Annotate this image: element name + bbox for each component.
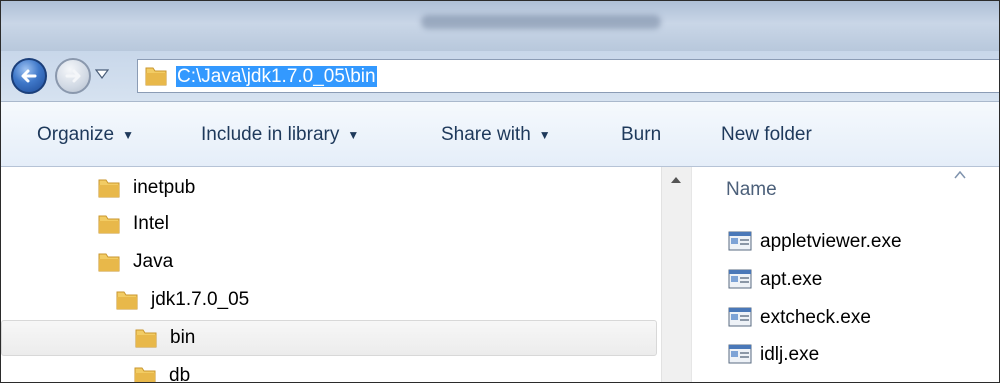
file-name: apt.exe [760, 269, 823, 290]
tree-item-label: inetpub [133, 177, 196, 198]
tree-item-bin[interactable]: bin [1, 320, 657, 356]
exe-icon [728, 231, 752, 251]
title-bar [1, 1, 999, 51]
back-button[interactable] [11, 58, 47, 94]
tree-item-label: bin [170, 327, 196, 348]
command-bar: Organize ▼ Include in library ▼ Share with… [1, 101, 999, 167]
file-name: extcheck.exe [760, 307, 871, 328]
chevron-down-icon: ▼ [538, 127, 551, 142]
name-column-header[interactable]: Name [726, 179, 777, 201]
new-folder-label: New folder [721, 124, 812, 145]
exe-icon [728, 307, 752, 327]
tree-item-label: db [169, 365, 191, 383]
forward-arrow-icon [65, 69, 81, 83]
navigation-pane: inetpub Intel Java jdk1.7.0_05 bin db [1, 167, 692, 383]
share-with-label: Share with [441, 124, 531, 145]
share-with-button[interactable]: Share with ▼ [441, 124, 551, 146]
tree-item-label: Intel [133, 213, 169, 234]
exe-icon [728, 344, 752, 364]
include-in-library-label: Include in library [201, 124, 340, 145]
recent-pages-dropdown-icon[interactable] [95, 69, 109, 79]
address-row: C:\Java\jdk1.7.0_05\bin [1, 51, 999, 101]
new-folder-button[interactable]: New folder [721, 124, 812, 146]
forward-button[interactable] [55, 58, 91, 94]
organize-button[interactable]: Organize ▼ [37, 124, 134, 146]
explorer-window: C:\Java\jdk1.7.0_05\bin Organize ▼ Includ… [0, 0, 1000, 383]
scroll-up-icon[interactable] [670, 175, 682, 185]
folder-icon [145, 67, 167, 86]
folder-icon [98, 179, 120, 198]
organize-label: Organize [37, 124, 115, 145]
address-path[interactable]: C:\Java\jdk1.7.0_05\bin [176, 66, 377, 87]
burn-label: Burn [621, 124, 662, 145]
address-bar[interactable]: C:\Java\jdk1.7.0_05\bin [137, 59, 999, 93]
folder-icon [98, 215, 120, 234]
chevron-down-icon: ▼ [347, 127, 360, 142]
exe-icon [728, 269, 752, 289]
back-arrow-icon [21, 69, 37, 83]
folder-icon [98, 253, 120, 272]
tree-item-label: Java [133, 251, 174, 272]
navigation-scrollbar[interactable] [661, 167, 692, 382]
file-name: appletviewer.exe [760, 231, 902, 252]
file-list-pane: Name appletviewer.exe apt.exe extcheck.e… [691, 167, 999, 382]
folder-icon [135, 329, 157, 348]
tree-item-label: jdk1.7.0_05 [151, 289, 250, 310]
sort-arrow-icon [954, 171, 966, 179]
chevron-down-icon: ▼ [122, 127, 134, 142]
window-title-blurred [421, 15, 661, 29]
folder-icon [116, 291, 138, 310]
include-in-library-button[interactable]: Include in library ▼ [201, 124, 359, 146]
burn-button[interactable]: Burn [621, 124, 661, 146]
file-name: idlj.exe [760, 344, 820, 365]
folder-icon [134, 367, 156, 382]
